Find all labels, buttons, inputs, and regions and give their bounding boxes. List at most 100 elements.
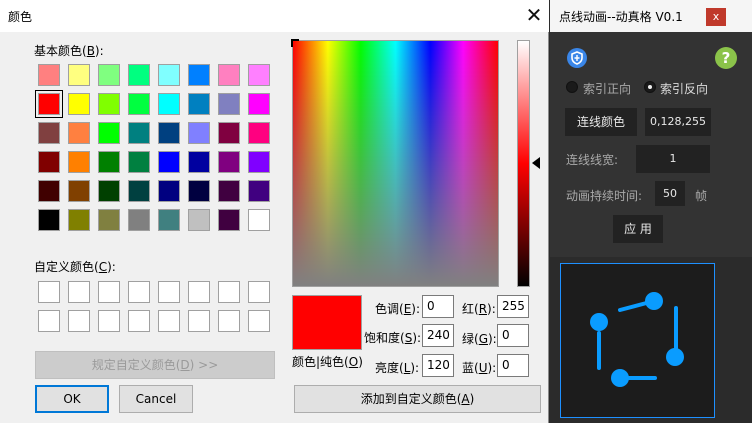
basic-color-swatch[interactable] xyxy=(248,122,270,144)
basic-color-swatch[interactable] xyxy=(98,93,120,115)
basic-color-swatch[interactable] xyxy=(128,151,150,173)
basic-color-swatch[interactable] xyxy=(248,151,270,173)
custom-color-slot[interactable] xyxy=(188,310,210,332)
add-to-custom-colors-button[interactable]: 添加到自定义颜色(A) xyxy=(294,385,541,413)
apply-button[interactable]: 应 用 xyxy=(613,215,663,243)
custom-color-slot[interactable] xyxy=(158,310,180,332)
blue-label: 蓝(U): xyxy=(462,361,497,375)
radio-reverse[interactable] xyxy=(644,81,656,93)
custom-color-slot[interactable] xyxy=(68,281,90,303)
luminance-arrow-icon[interactable] xyxy=(532,157,540,169)
custom-color-slot[interactable] xyxy=(98,281,120,303)
basic-color-swatch[interactable] xyxy=(158,151,180,173)
basic-color-swatch[interactable] xyxy=(188,151,210,173)
basic-color-swatch[interactable] xyxy=(38,151,60,173)
ok-button[interactable]: OK xyxy=(35,385,109,413)
define-custom-colors-button[interactable]: 规定自定义颜色(D) >> xyxy=(35,351,275,379)
tool-title: 点线动画--动真格 V0.1 xyxy=(559,10,683,24)
basic-color-swatch[interactable] xyxy=(218,180,240,202)
saturation-input[interactable]: 240 xyxy=(422,324,454,347)
red-input[interactable]: 255 xyxy=(497,295,529,318)
basic-color-swatch[interactable] xyxy=(35,90,63,118)
basic-color-swatch[interactable] xyxy=(128,180,150,202)
basic-color-swatch[interactable] xyxy=(68,122,90,144)
green-input[interactable]: 0 xyxy=(497,324,529,347)
basic-color-swatch[interactable] xyxy=(38,209,60,231)
crosshair-cursor[interactable] xyxy=(291,39,299,47)
duration-input[interactable]: 50 xyxy=(655,181,685,206)
custom-color-slot[interactable] xyxy=(98,310,120,332)
basic-color-swatch[interactable] xyxy=(188,209,210,231)
basic-color-swatch[interactable] xyxy=(68,64,90,86)
basic-color-swatch[interactable] xyxy=(218,122,240,144)
basic-color-swatch[interactable] xyxy=(248,180,270,202)
line-color-value[interactable]: 0,128,255 xyxy=(645,108,711,136)
basic-color-swatch[interactable] xyxy=(158,122,180,144)
basic-color-swatch[interactable] xyxy=(248,64,270,86)
line-color-button[interactable]: 连线颜色 xyxy=(565,108,637,136)
custom-color-slot[interactable] xyxy=(128,281,150,303)
custom-color-slot[interactable] xyxy=(128,310,150,332)
basic-color-swatch[interactable] xyxy=(38,122,60,144)
basic-color-swatch[interactable] xyxy=(98,151,120,173)
basic-color-swatch[interactable] xyxy=(128,122,150,144)
basic-color-swatch[interactable] xyxy=(128,64,150,86)
custom-colors-label: 自定义颜色(C): xyxy=(34,260,116,274)
color-preview xyxy=(292,295,362,350)
color-spectrum[interactable] xyxy=(291,39,499,287)
basic-color-swatch[interactable] xyxy=(128,209,150,231)
basic-color-swatch[interactable] xyxy=(98,64,120,86)
line-width-input[interactable]: 1 xyxy=(636,145,710,173)
line-width-label: 连线线宽: xyxy=(566,153,619,167)
basic-color-swatch[interactable] xyxy=(188,93,210,115)
basic-color-swatch[interactable] xyxy=(218,151,240,173)
custom-color-slot[interactable] xyxy=(248,310,270,332)
radio-forward[interactable] xyxy=(566,81,578,93)
basic-color-swatch[interactable] xyxy=(98,180,120,202)
hue-input[interactable]: 0 xyxy=(422,295,454,318)
basic-color-swatch[interactable] xyxy=(248,93,270,115)
basic-color-swatch[interactable] xyxy=(218,209,240,231)
duration-label: 动画持续时间: xyxy=(566,189,643,203)
basic-color-swatch[interactable] xyxy=(68,151,90,173)
custom-color-slot[interactable] xyxy=(158,281,180,303)
basic-color-swatch[interactable] xyxy=(158,209,180,231)
basic-color-swatch[interactable] xyxy=(218,64,240,86)
basic-color-swatch[interactable] xyxy=(38,180,60,202)
custom-color-slot[interactable] xyxy=(188,281,210,303)
basic-color-swatch[interactable] xyxy=(248,209,270,231)
close-icon[interactable]: ✕ xyxy=(520,4,548,28)
basic-color-swatch[interactable] xyxy=(188,122,210,144)
basic-color-swatch[interactable] xyxy=(38,64,60,86)
basic-color-swatch[interactable] xyxy=(98,122,120,144)
basic-color-swatch[interactable] xyxy=(68,93,90,115)
blue-input[interactable]: 0 xyxy=(497,354,529,377)
basic-color-swatch[interactable] xyxy=(128,93,150,115)
basic-color-swatch[interactable] xyxy=(98,209,120,231)
tool-close-button[interactable]: x xyxy=(706,8,726,26)
anim-dot xyxy=(645,292,663,310)
basic-color-swatch[interactable] xyxy=(68,209,90,231)
luminance-input[interactable]: 120 xyxy=(422,354,454,377)
basic-color-swatch[interactable] xyxy=(158,93,180,115)
basic-color-swatch[interactable] xyxy=(158,64,180,86)
custom-color-slot[interactable] xyxy=(38,310,60,332)
custom-color-slot[interactable] xyxy=(218,310,240,332)
radio-reverse-label: 索引反向 xyxy=(660,82,709,96)
custom-color-slot[interactable] xyxy=(68,310,90,332)
cancel-button[interactable]: Cancel xyxy=(119,385,193,413)
basic-color-swatch[interactable] xyxy=(68,180,90,202)
basic-color-swatch[interactable] xyxy=(218,93,240,115)
basic-color-swatch[interactable] xyxy=(158,180,180,202)
custom-color-slot[interactable] xyxy=(248,281,270,303)
basic-color-swatch[interactable] xyxy=(188,64,210,86)
help-icon[interactable]: ? xyxy=(715,47,737,69)
custom-color-slot[interactable] xyxy=(218,281,240,303)
basic-color-swatch[interactable] xyxy=(188,180,210,202)
custom-color-slot[interactable] xyxy=(38,281,60,303)
animation-preview-canvas[interactable] xyxy=(560,263,715,418)
luminance-slider[interactable] xyxy=(517,40,530,287)
shield-icon[interactable] xyxy=(567,48,587,68)
color-solid-label: 颜色|纯色(O) xyxy=(292,355,363,369)
red-label: 红(R): xyxy=(462,302,496,316)
